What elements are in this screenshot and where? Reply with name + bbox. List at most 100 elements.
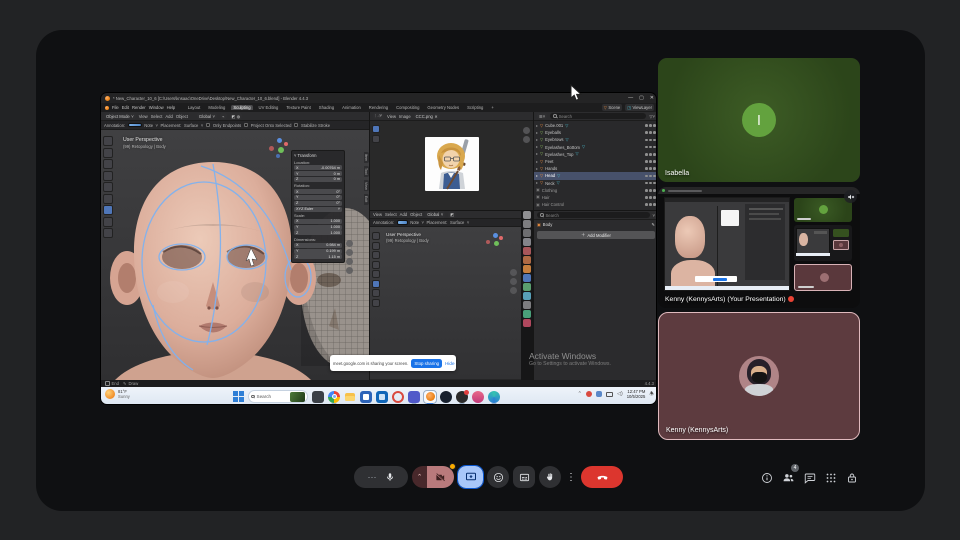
rotation-y-field[interactable]: Y0° bbox=[294, 195, 342, 200]
camera-view-icon[interactable] bbox=[346, 258, 353, 265]
mode-selector[interactable]: Object Mode˅ bbox=[104, 113, 136, 120]
volume-tray-icon[interactable]: ◁) bbox=[617, 391, 623, 397]
axis-gizmo-2[interactable] bbox=[486, 233, 504, 251]
pin-icon[interactable]: ✎ bbox=[651, 222, 655, 227]
camera-options-chevron-icon[interactable]: ⌃ bbox=[412, 466, 427, 488]
monitor-tray-icon[interactable] bbox=[606, 392, 613, 397]
more-options-button[interactable]: ⋮ bbox=[565, 466, 577, 488]
tool-props-icon[interactable] bbox=[523, 211, 531, 219]
menu-help[interactable]: Help bbox=[167, 105, 176, 110]
outliner-collection-row[interactable]: ▣Clothing bbox=[534, 187, 657, 194]
phone-link-icon[interactable] bbox=[472, 391, 484, 403]
particles-props-icon[interactable] bbox=[523, 283, 531, 291]
viewport-main[interactable]: Object Mode˅ View Select Add Object Glob… bbox=[101, 112, 369, 380]
host-controls-icon[interactable] bbox=[846, 472, 858, 484]
vp2-cursor-tool-icon[interactable] bbox=[372, 242, 380, 250]
leave-call-button[interactable] bbox=[581, 466, 623, 488]
vp2-pan-icon[interactable] bbox=[510, 278, 517, 285]
outliner-filter-icon[interactable]: ☰˅ bbox=[537, 113, 547, 120]
transform-tool-icon[interactable] bbox=[103, 194, 113, 204]
clock-tray[interactable]: 12:47 PM 10/5/2025 bbox=[627, 389, 646, 400]
image-menu-image[interactable]: Image bbox=[399, 114, 411, 119]
viewport-menu-select[interactable]: Select bbox=[151, 114, 163, 119]
tab-rendering[interactable]: Rendering bbox=[366, 105, 390, 110]
blender-taskbar-icon[interactable] bbox=[424, 391, 436, 403]
add-cube-tool-icon[interactable] bbox=[103, 228, 113, 238]
image-menu-view[interactable]: View bbox=[387, 114, 396, 119]
snap-icon[interactable]: ⌁ bbox=[220, 113, 227, 120]
outlook-icon[interactable] bbox=[376, 391, 388, 403]
euler-selector[interactable]: XYZ Euler˅ bbox=[294, 207, 342, 212]
outliner-row[interactable]: ▸▽Eyelashes_Bottom▽ bbox=[534, 144, 657, 151]
placement-value[interactable]: Surface bbox=[184, 123, 198, 128]
tab-scripting[interactable]: Scripting bbox=[465, 105, 486, 110]
viewport-toolbar[interactable] bbox=[103, 136, 113, 238]
tab-uv-editing[interactable]: UV Editing bbox=[256, 105, 281, 110]
outliner-row[interactable]: ▸▽Eyebrows▽ bbox=[534, 136, 657, 143]
annotate-image-tool-icon[interactable] bbox=[372, 135, 380, 143]
microphone-icon[interactable] bbox=[385, 472, 395, 482]
shading-icons[interactable]: ◩ bbox=[448, 211, 456, 218]
location-y-field[interactable]: Y0 m bbox=[294, 171, 342, 176]
close-icon[interactable]: ✕ bbox=[650, 95, 654, 101]
tab-item[interactable]: Item bbox=[364, 152, 369, 163]
editor-type-icon[interactable]: 🗔˅ bbox=[373, 113, 384, 120]
viewport-canvas[interactable]: User Perspective (99) Retopology | Body bbox=[101, 130, 369, 380]
image-file-selector[interactable]: CCC.png✕ bbox=[414, 113, 440, 120]
outliner-row[interactable]: ▸▽Neck▽ bbox=[534, 180, 657, 187]
scale-z-field[interactable]: Z1.000 bbox=[294, 230, 342, 235]
scale-y-field[interactable]: Y1.000 bbox=[294, 225, 342, 230]
captions-button[interactable] bbox=[513, 466, 535, 488]
pan-icon[interactable] bbox=[346, 249, 353, 256]
menu-window[interactable]: Window bbox=[149, 105, 164, 110]
vp2-select-tool-icon[interactable] bbox=[372, 232, 380, 240]
scene-selector[interactable]: ▽Scene bbox=[602, 104, 622, 111]
scene-props-icon[interactable] bbox=[523, 247, 531, 255]
outliner-collection-row[interactable]: ▣Hair Control bbox=[534, 201, 657, 208]
obs-icon[interactable] bbox=[456, 391, 468, 403]
menu-file[interactable]: File bbox=[112, 105, 119, 110]
viewport-menu-object[interactable]: Object bbox=[176, 114, 188, 119]
tab-animation[interactable]: Animation bbox=[340, 105, 364, 110]
vp2-zoom-icon[interactable] bbox=[510, 269, 517, 276]
scale-tool-icon[interactable] bbox=[103, 182, 113, 192]
vp2-rotate-tool-icon[interactable] bbox=[372, 261, 380, 269]
world-props-icon[interactable] bbox=[523, 256, 531, 264]
more-audio-options-icon[interactable]: ⋯ bbox=[368, 472, 378, 483]
only-endpoints-checkbox[interactable] bbox=[206, 123, 211, 128]
dim-z-field[interactable]: Z1.15 m bbox=[294, 254, 342, 259]
location-z-field[interactable]: Z0 m bbox=[294, 177, 342, 182]
mic-control[interactable]: ⋯ bbox=[354, 466, 408, 488]
transform-panel[interactable]: ˅ Transform Location: X-0.00764 m Y0 m Z… bbox=[291, 150, 345, 263]
outliner-row[interactable]: ▸▽Eyeballs bbox=[534, 129, 657, 136]
weather-widget[interactable]: 81°F Sunny bbox=[105, 389, 130, 399]
output-props-icon[interactable] bbox=[523, 229, 531, 237]
add-workspace-button[interactable]: + bbox=[489, 105, 496, 110]
stop-sharing-button[interactable]: Stop sharing bbox=[411, 359, 442, 368]
tab-geometry-nodes[interactable]: Geometry Nodes bbox=[425, 105, 462, 110]
data-props-icon[interactable] bbox=[523, 310, 531, 318]
project-onto-selected-checkbox[interactable] bbox=[244, 123, 249, 128]
raise-hand-button[interactable] bbox=[539, 466, 561, 488]
scale-x-field[interactable]: X1.000 bbox=[294, 219, 342, 224]
material-props-icon[interactable] bbox=[523, 319, 531, 327]
dim-x-field[interactable]: X0.984 m bbox=[294, 243, 342, 248]
add-modifier-button[interactable]: ＋ Add Modifier bbox=[537, 231, 655, 239]
vp2-scale-tool-icon[interactable] bbox=[372, 270, 380, 278]
zoom-icon[interactable] bbox=[346, 240, 353, 247]
minimize-icon[interactable]: — bbox=[628, 95, 633, 101]
tab-sculpting[interactable]: Sculpting bbox=[231, 105, 253, 110]
axis-gizmo[interactable] bbox=[269, 138, 289, 158]
chat-icon[interactable] bbox=[804, 472, 816, 484]
activities-icon[interactable] bbox=[825, 472, 837, 484]
tab-view[interactable]: View bbox=[364, 180, 369, 192]
steam-icon[interactable] bbox=[440, 391, 452, 403]
menu-render[interactable]: Render bbox=[132, 105, 146, 110]
move-tool-icon[interactable] bbox=[103, 159, 113, 169]
modifier-props-icon[interactable] bbox=[523, 274, 531, 282]
outliner[interactable]: ☰˅ Search ▽˅ ▸▽Cube.001▽ ▸▽Eyeballs ▸▽Ey… bbox=[533, 112, 657, 210]
tray-chevron-icon[interactable]: ⌃ bbox=[578, 391, 582, 397]
physics-props-icon[interactable] bbox=[523, 292, 531, 300]
maximize-icon[interactable]: ▢ bbox=[639, 95, 644, 101]
dim-y-field[interactable]: Y0.199 m bbox=[294, 249, 342, 254]
